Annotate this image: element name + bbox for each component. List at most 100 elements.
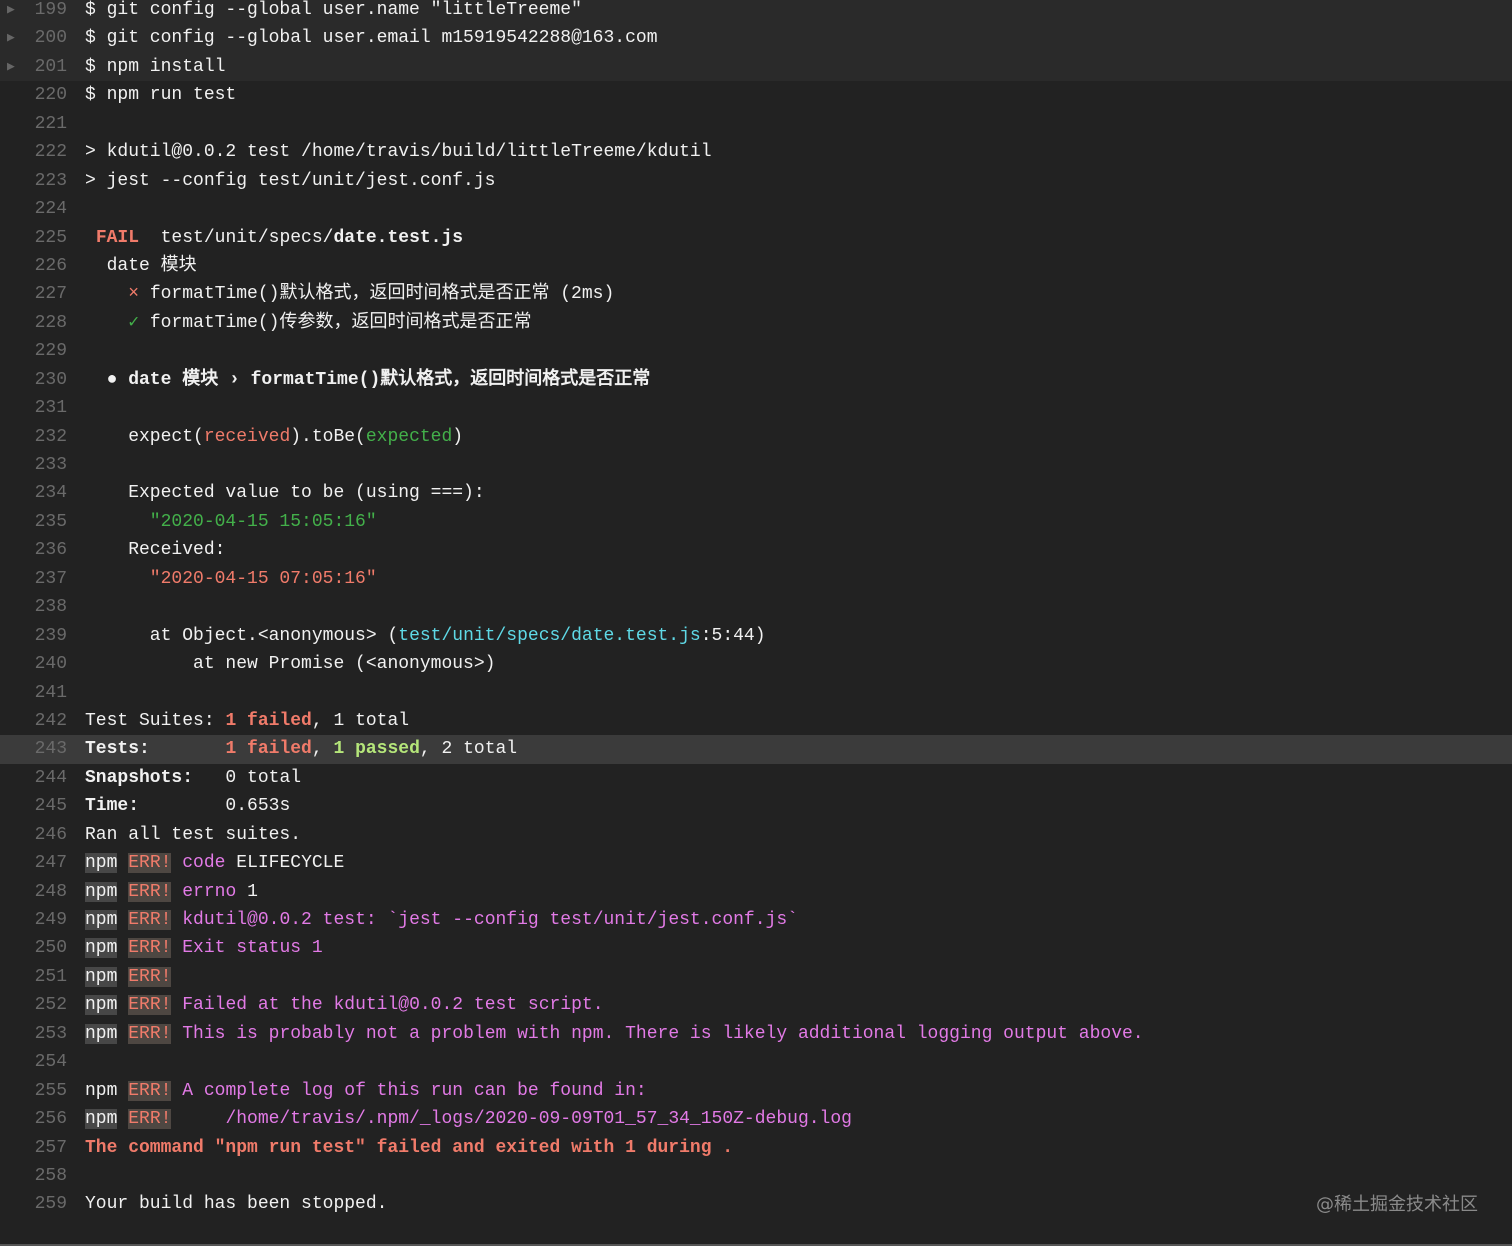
log-line-folded[interactable]: ▶ 200 $ git config --global user.email m15… <box>0 24 1512 53</box>
line-number[interactable]: 199 <box>0 0 67 24</box>
line-text: Time: 0.653s <box>85 792 290 820</box>
log-line: 223 > jest --config test/unit/jest.conf.j… <box>0 167 1512 195</box>
line-number[interactable]: 250 <box>0 934 67 962</box>
text-segment: Failed at the kdutil@0.0.2 test script. <box>171 995 604 1016</box>
line-text: Test Suites: 1 failed, 1 total <box>85 707 409 735</box>
line-number[interactable]: 229 <box>0 337 67 365</box>
line-number[interactable]: 257 <box>0 1134 67 1162</box>
log-line: 232 expect(received).toBe(expected) <box>0 423 1512 451</box>
line-number[interactable]: 241 <box>0 679 67 707</box>
log-line: 228 ✓ formatTime()传参数，返回时间格式是否正常 <box>0 309 1512 337</box>
line-number[interactable]: 247 <box>0 849 67 877</box>
line-number[interactable]: 244 <box>0 764 67 792</box>
line-number[interactable]: 224 <box>0 195 67 223</box>
line-text: $ git config --global user.name "littleT… <box>85 0 582 24</box>
line-number[interactable]: 255 <box>0 1077 67 1105</box>
text-segment: Tests: <box>85 739 150 760</box>
text-segment: ERR! <box>128 910 172 930</box>
line-text: Ran all test suites. <box>85 821 301 849</box>
log-line: 234 Expected value to be (using ===): <box>0 479 1512 507</box>
line-number[interactable]: 222 <box>0 138 67 166</box>
text-segment: Time: <box>85 796 140 817</box>
line-text: > jest --config test/unit/jest.conf.js <box>85 167 495 195</box>
line-number[interactable]: 251 <box>0 963 67 991</box>
line-number[interactable]: 236 <box>0 536 67 564</box>
line-number[interactable]: 259 <box>0 1190 67 1218</box>
line-number[interactable]: 234 <box>0 479 67 507</box>
line-number[interactable]: 242 <box>0 707 67 735</box>
watermark: @稀土掘金技术社区 <box>1316 1194 1478 1215</box>
line-number[interactable]: 228 <box>0 309 67 337</box>
text-segment: ERR! <box>128 881 172 902</box>
text-segment: npm <box>85 995 118 1016</box>
log-line: 246 Ran all test suites. <box>0 821 1512 849</box>
line-number[interactable]: 249 <box>0 906 67 934</box>
text-segment: npm <box>85 1080 118 1101</box>
line-number[interactable]: 238 <box>0 593 67 621</box>
log-line: 259 Your build has been stopped. <box>0 1190 1512 1218</box>
line-number[interactable]: 254 <box>0 1048 67 1076</box>
log-line: 241 <box>0 679 1512 707</box>
line-text: date 模块 <box>85 252 197 280</box>
line-text: at new Promise (<anonymous>) <box>85 650 495 678</box>
text-segment: ERR! <box>128 1109 172 1130</box>
log-line-folded[interactable]: ▶ 201 $ npm install <box>0 52 1512 82</box>
line-number[interactable]: 201 <box>0 53 67 81</box>
line-number[interactable]: 226 <box>0 252 67 280</box>
log-line: 251 npm ERR! <box>0 963 1512 991</box>
text-segment: kdutil@0.0.2 test: `jest --config test/u… <box>171 910 798 930</box>
line-number[interactable]: 258 <box>0 1162 67 1190</box>
line-number[interactable]: 223 <box>0 167 67 195</box>
line-number[interactable]: 256 <box>0 1105 67 1133</box>
line-number[interactable]: 248 <box>0 878 67 906</box>
text-segment: received <box>203 426 291 447</box>
line-number[interactable]: 246 <box>0 821 67 849</box>
text-segment: /home/travis/.npm/_logs/2020-09-09T01_57… <box>171 1109 852 1130</box>
text-segment <box>117 1109 128 1129</box>
line-number[interactable]: 225 <box>0 224 67 252</box>
text-segment <box>117 1081 128 1101</box>
text-segment <box>117 995 128 1015</box>
line-number[interactable]: 237 <box>0 565 67 593</box>
line-number[interactable]: 200 <box>0 24 67 52</box>
line-number[interactable]: 253 <box>0 1020 67 1048</box>
log-line: 226 date 模块 <box>0 252 1512 280</box>
line-number[interactable]: 230 <box>0 366 67 394</box>
line-number[interactable]: 232 <box>0 423 67 451</box>
line-number[interactable]: 233 <box>0 451 67 479</box>
text-segment: at new Promise (<anonymous>) <box>85 654 496 675</box>
text-segment: "2020-04-15 07:05:16" <box>85 568 377 589</box>
line-number[interactable]: 245 <box>0 792 67 820</box>
log-line: 244 Snapshots: 0 total <box>0 764 1512 792</box>
text-segment: > kdutil@0.0.2 test /home/travis/build/l… <box>85 142 712 163</box>
line-number[interactable]: 243 <box>0 735 67 763</box>
line-text: > kdutil@0.0.2 test /home/travis/build/l… <box>85 138 712 166</box>
text-segment: at Object.<anonymous> ( <box>85 625 399 646</box>
log-line: 258 <box>0 1162 1512 1190</box>
line-number[interactable]: 239 <box>0 622 67 650</box>
text-segment: , 1 total <box>311 710 410 731</box>
text-segment: 1 passed <box>333 739 420 760</box>
text-segment: errno <box>182 881 237 902</box>
text-segment: , 2 total <box>419 739 518 760</box>
text-segment: × <box>128 284 140 305</box>
line-number[interactable]: 220 <box>0 81 67 109</box>
text-segment: npm <box>85 853 118 874</box>
log-line: 254 <box>0 1048 1512 1076</box>
line-number[interactable]: 227 <box>0 280 67 308</box>
line-number[interactable]: 231 <box>0 394 67 422</box>
log-line-folded[interactable]: ▶ 199 $ git config --global user.name "lit… <box>0 0 1512 25</box>
line-number[interactable]: 240 <box>0 650 67 678</box>
line-text: FAIL test/unit/specs/date.test.js <box>85 224 463 252</box>
line-number[interactable]: 221 <box>0 110 67 138</box>
log-line: 235 "2020-04-15 15:05:16" <box>0 508 1512 536</box>
text-segment: A complete log of this run can be found … <box>171 1080 647 1101</box>
text-segment: npm <box>85 910 118 930</box>
line-number[interactable]: 252 <box>0 991 67 1019</box>
text-segment: ) <box>452 426 464 447</box>
log-line: 242 Test Suites: 1 failed, 1 total <box>0 707 1512 735</box>
line-text: npm ERR! <box>85 963 172 991</box>
line-number[interactable]: 235 <box>0 508 67 536</box>
text-segment: ✓ <box>128 312 140 333</box>
text-segment: This is probably not a problem with npm.… <box>171 1023 1144 1044</box>
